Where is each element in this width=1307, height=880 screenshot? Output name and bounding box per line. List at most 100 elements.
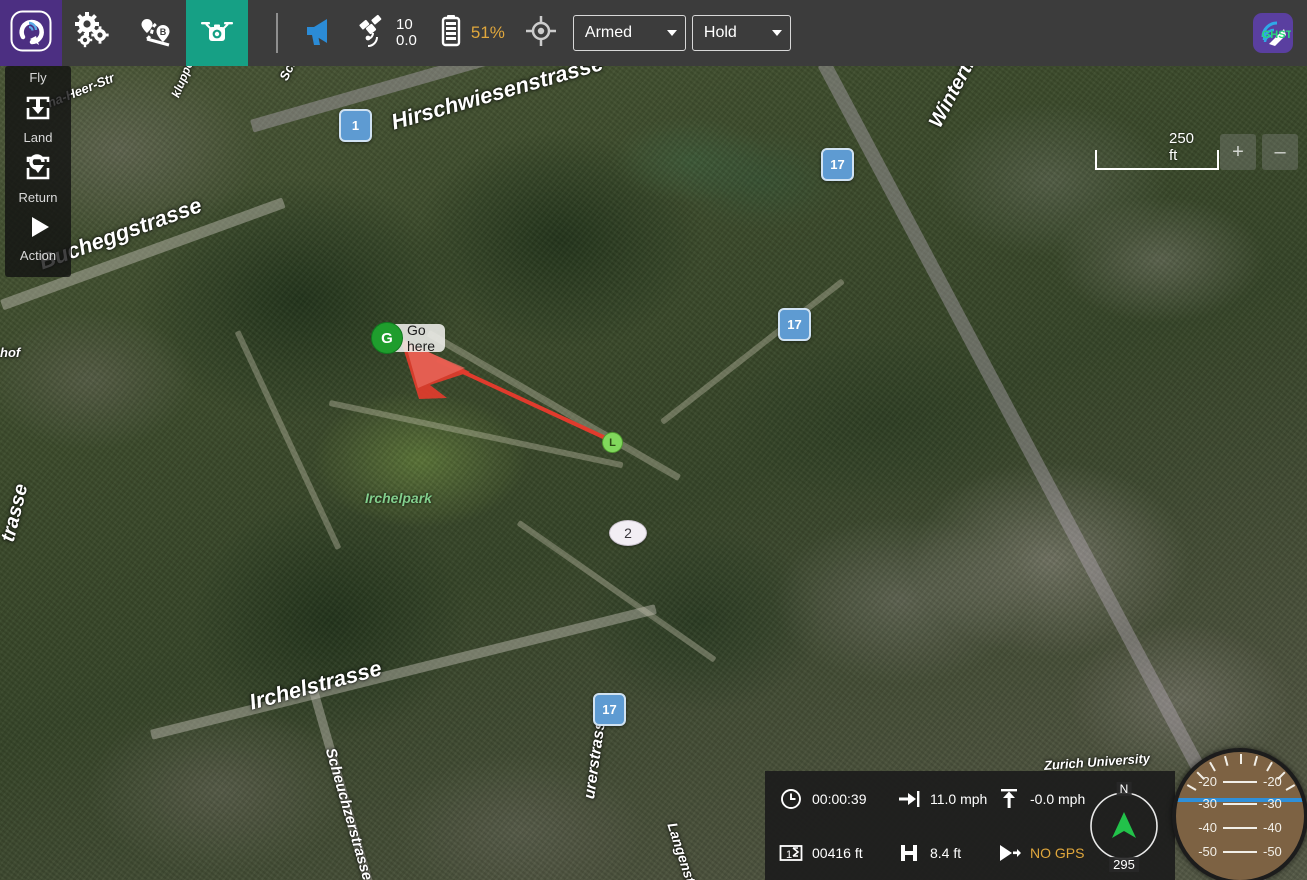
attitude-pitch-20: -20 -20 — [1176, 774, 1304, 789]
vertical-speed-value: -0.0 mph — [1030, 790, 1086, 807]
flight-time-value: 00:00:39 — [812, 790, 867, 807]
toolbar-app-menu-button[interactable] — [0, 0, 62, 66]
map-poi-marker[interactable]: 17 — [821, 148, 854, 181]
attitude-pitch-40: -40 -40 — [1176, 820, 1304, 835]
compass-north-label: N — [1116, 782, 1132, 796]
gps-hdop: 0.0 — [396, 32, 417, 49]
distance-value: 00416 ft — [812, 844, 863, 861]
park-path-main — [426, 330, 682, 482]
svg-text:1: 1 — [786, 849, 792, 861]
svg-text:B: B — [160, 27, 167, 37]
chevron-down-icon — [771, 30, 782, 36]
attitude-pitch-label: -50 — [1198, 844, 1217, 859]
distance-icon: 1 — [779, 843, 803, 863]
toolstrip-item-fly-label[interactable]: Fly — [29, 70, 46, 85]
attitude-roll-ticks — [1176, 752, 1304, 880]
compass-indicator: N 295 — [1086, 780, 1162, 872]
telemetry-altitude: 8.4 ft — [897, 826, 997, 880]
clock-icon — [779, 788, 803, 810]
park-path-secondary — [328, 400, 624, 469]
toolstrip-item-action-label: Action — [19, 248, 57, 263]
map-zoom-out-button[interactable]: – — [1262, 134, 1298, 170]
map-zoom-in-button[interactable]: + — [1220, 134, 1256, 170]
armed-state-value: Armed — [584, 24, 633, 41]
compass-heading-value: 295 — [1109, 857, 1139, 872]
map-street-label: Langenstei — [664, 820, 703, 880]
horizontal-arrow-icon — [897, 789, 921, 809]
map-street-label: Zurich University — [1043, 750, 1151, 773]
qgc-logo-icon — [10, 10, 52, 57]
park-path-east — [660, 278, 845, 425]
play-triangle-icon — [21, 217, 55, 245]
fly-toolstrip: Fly Land Return Action — [5, 66, 71, 277]
telemetry-flight-time: 00:00:39 — [779, 772, 897, 826]
map-canvas[interactable]: Hirschwiesenstrasse Winterth Bucheggstrass… — [0, 0, 1307, 880]
attitude-pitch-30: -30 -30 — [1176, 796, 1304, 811]
armed-state-selector[interactable]: Armed — [572, 15, 686, 51]
telemetry-distance: 1 00416 ft — [779, 826, 897, 880]
map-road-shield[interactable]: 2 — [609, 520, 647, 546]
toolbar-battery-indicator[interactable]: 51% — [427, 0, 515, 66]
attitude-pitch-label: -20 — [1263, 774, 1282, 789]
attitude-pitch-bar — [1223, 802, 1257, 805]
go-here-badge[interactable]: G — [371, 322, 403, 354]
park-path-west — [234, 330, 342, 551]
attitude-pitch-bar — [1223, 850, 1257, 853]
rc-telemetry-icon: GHST — [1255, 13, 1293, 54]
chevron-down-icon — [666, 30, 677, 36]
road-scheuchzerstrasse — [309, 690, 382, 880]
toolstrip-item-action[interactable]: Action — [20, 213, 56, 271]
toolbar-fly-button[interactable] — [186, 0, 248, 66]
toolbar-gps-indicator[interactable]: 10 0.0 — [346, 0, 427, 66]
attitude-pitch-label: -20 — [1198, 774, 1217, 789]
gears-icon — [73, 11, 113, 56]
map-street-label: hof — [0, 345, 21, 360]
attitude-indicator: -20 -20 -30 -30 -40 -40 -50 -50 — [1172, 748, 1307, 880]
battery-percent: 51% — [470, 23, 505, 42]
gps-flag-icon — [997, 843, 1021, 863]
megaphone-icon — [302, 14, 336, 53]
flight-mode-value: Hold — [703, 24, 737, 41]
vehicle-marker[interactable]: L — [602, 432, 623, 453]
altitude-value: 8.4 ft — [930, 844, 962, 861]
satellite-icon — [356, 14, 390, 53]
attitude-pitch-50: -50 -50 — [1176, 844, 1304, 859]
map-scale-rule — [1095, 150, 1219, 170]
trajectory-arrow-icon — [400, 338, 613, 443]
attitude-pitch-label: -40 — [1198, 820, 1217, 835]
map-imagery-texture — [0, 0, 1307, 880]
telemetry-ground-speed: 11.0 mph — [897, 772, 997, 826]
map-poi-marker[interactable]: 17 — [593, 693, 626, 726]
altitude-h-icon — [897, 842, 921, 864]
toolbar-messages-indicator[interactable] — [292, 0, 346, 66]
ground-speed-value: 11.0 mph — [930, 790, 988, 807]
drone-camera-icon — [197, 11, 237, 56]
vertical-arrow-icon — [997, 788, 1021, 810]
toolbar-gps-fix-indicator[interactable] — [515, 0, 567, 66]
rc-telemetry-status-button[interactable]: GHST — [1253, 13, 1293, 53]
main-toolbar: B 10 0.0 51% Armed Hold GHST — [0, 0, 1307, 66]
telemetry-vertical-speed: -0.0 mph — [997, 772, 1097, 826]
toolstrip-item-land[interactable]: Land — [21, 93, 55, 153]
attitude-pitch-label: -30 — [1198, 796, 1217, 811]
map-poi-marker[interactable]: 17 — [778, 308, 811, 341]
toolbar-divider — [276, 13, 278, 53]
attitude-pitch-label: -50 — [1263, 844, 1282, 859]
plan-route-icon: B — [135, 11, 175, 56]
toolstrip-item-return[interactable]: Return — [18, 153, 58, 213]
attitude-pitch-label: -40 — [1263, 820, 1282, 835]
toolbar-plan-button[interactable]: B — [124, 0, 186, 66]
map-street-label: trasse — [0, 481, 33, 545]
return-home-icon — [21, 154, 55, 187]
attitude-pitch-label: -30 — [1263, 796, 1282, 811]
toolbar-settings-button[interactable] — [62, 0, 124, 66]
map-label-irchelpark: Irchelpark — [365, 490, 432, 506]
gps-status-value: NO GPS — [1030, 844, 1085, 861]
flight-mode-selector[interactable]: Hold — [691, 15, 791, 51]
crosshair-icon — [525, 15, 557, 52]
battery-icon — [437, 14, 465, 53]
map-poi-marker[interactable]: 1 — [339, 109, 372, 142]
telemetry-gps-status: NO GPS — [997, 826, 1097, 880]
satellite-count: 10 — [396, 15, 413, 33]
road-irchelstrasse — [150, 604, 657, 740]
